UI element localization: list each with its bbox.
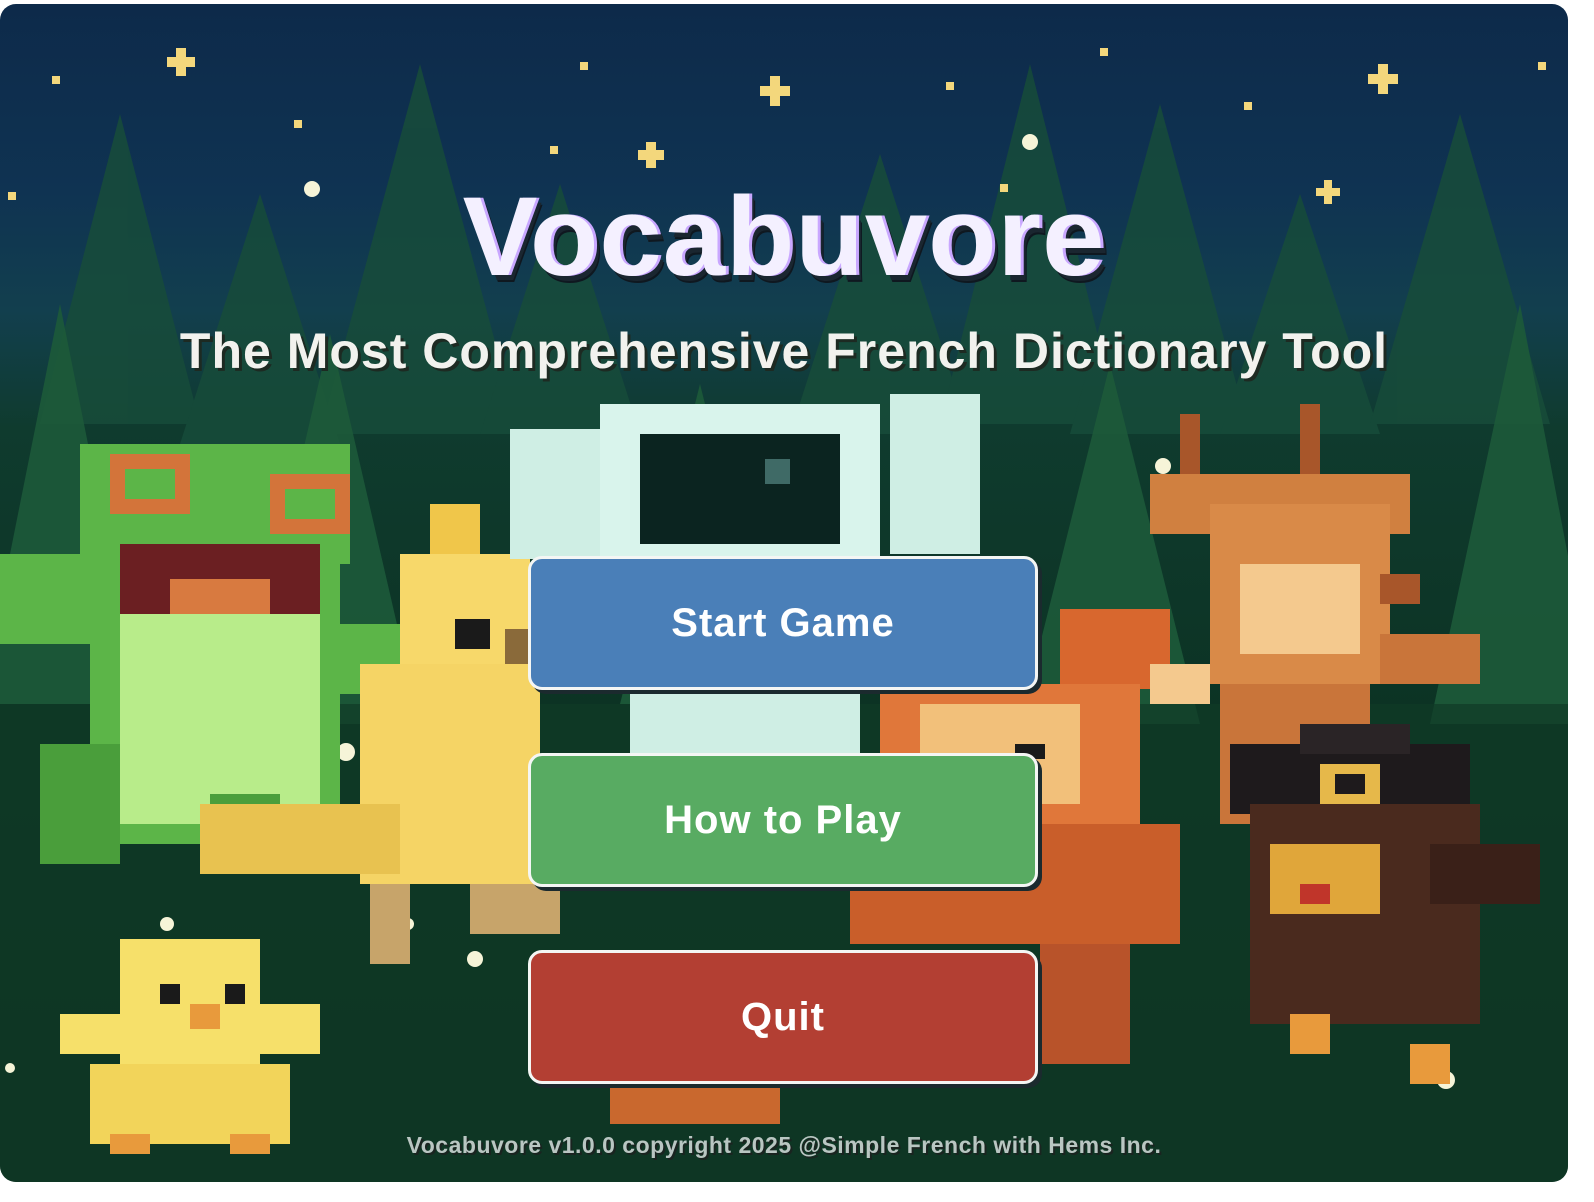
game-title: Vocabuvore bbox=[462, 174, 1106, 299]
start-game-button[interactable]: Start Game bbox=[528, 556, 1038, 690]
title-screen: Vocabuvore The Most Comprehensive French… bbox=[0, 4, 1568, 1182]
how-to-play-button[interactable]: How to Play bbox=[528, 753, 1038, 887]
copyright-footer: Vocabuvore v1.0.0 copyright 2025 @Simple… bbox=[406, 1132, 1162, 1158]
game-subtitle: The Most Comprehensive French Dictionary… bbox=[179, 323, 1389, 379]
quit-button[interactable]: Quit bbox=[528, 950, 1038, 1084]
